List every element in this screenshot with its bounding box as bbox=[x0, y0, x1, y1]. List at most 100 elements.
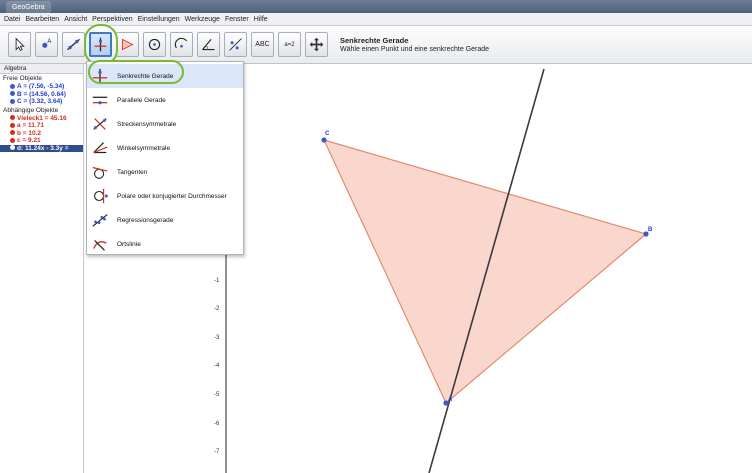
visibility-dot-icon[interactable] bbox=[10, 98, 15, 104]
arrow-pointer-icon bbox=[15, 37, 25, 52]
tool-perpendicular[interactable] bbox=[89, 32, 112, 57]
visibility-dot-icon[interactable] bbox=[10, 122, 15, 128]
circle-icon bbox=[148, 38, 161, 51]
tool-line[interactable] bbox=[62, 32, 85, 57]
angle-bisector-icon bbox=[93, 142, 108, 154]
visibility-dot-icon[interactable] bbox=[10, 145, 15, 151]
tool-arc[interactable] bbox=[170, 32, 193, 57]
point-label-a: A bbox=[448, 397, 453, 403]
y-tick-label: -5 bbox=[214, 392, 220, 398]
menu-item-ortslinie[interactable]: Ortslinie bbox=[87, 232, 243, 256]
tool-polygon[interactable] bbox=[116, 32, 139, 57]
menu-item-label: Parallele Gerade bbox=[117, 96, 166, 104]
algebra-item[interactable]: a = 11.71 bbox=[0, 122, 83, 130]
arc-icon bbox=[174, 37, 188, 49]
move-view-icon bbox=[309, 37, 324, 52]
menu-item-label: Streckensymmetrale bbox=[117, 120, 177, 128]
algebra-item-text: c = 9.21 bbox=[17, 137, 41, 144]
visibility-dot-icon[interactable] bbox=[10, 115, 15, 121]
menu-item-regressionsgerade[interactable]: Regressionsgerade bbox=[87, 208, 243, 232]
menu-item-polare[interactable]: Polare oder konjugierter Durchmesser bbox=[87, 184, 243, 208]
perpendicular-line-icon bbox=[94, 37, 107, 52]
y-tick-label: -7 bbox=[214, 449, 220, 455]
menu-item-label: Polare oder konjugierter Durchmesser bbox=[117, 192, 227, 200]
algebra-item[interactable]: Vieleck1 = 45.16 bbox=[0, 115, 83, 123]
dependent-objects-label: Abhängige Objekte bbox=[3, 106, 59, 114]
menu-item-label: Regressionsgerade bbox=[117, 216, 174, 224]
menu-werkzeuge[interactable]: Werkzeuge bbox=[185, 16, 220, 23]
algebra-item-text: a = 11.71 bbox=[17, 122, 44, 129]
perpendicular-bisector-icon bbox=[93, 118, 107, 130]
algebra-item-text: C = (3.32, 3.64) bbox=[17, 98, 63, 105]
tool-angle[interactable] bbox=[197, 32, 220, 57]
menu-item-tangenten[interactable]: Tangenten bbox=[87, 160, 243, 184]
algebra-item[interactable]: c = 9.21 bbox=[0, 137, 83, 145]
algebra-item-text: d: 11.24x - 3.3y = bbox=[17, 144, 69, 152]
algebra-view: Algebra Freie Objekte A = (7.56, -5.34) … bbox=[0, 64, 84, 473]
algebra-item[interactable]: b = 10.2 bbox=[0, 130, 83, 138]
point-icon: A bbox=[42, 39, 51, 48]
visibility-dot-icon[interactable] bbox=[10, 91, 15, 97]
visibility-dot-icon[interactable] bbox=[10, 83, 15, 89]
menu-fenster[interactable]: Fenster bbox=[225, 16, 249, 23]
menu-perspektiven[interactable]: Perspektiven bbox=[92, 16, 132, 23]
y-tick-label: -1 bbox=[214, 278, 220, 284]
free-objects-label: Freie Objekte bbox=[3, 75, 43, 82]
angle-icon bbox=[202, 39, 215, 51]
toolbar: A ABC a=2 Senkrechte Gerade Wähle einen … bbox=[0, 26, 752, 64]
parallel-line-icon bbox=[92, 96, 108, 105]
tool-text[interactable]: ABC bbox=[251, 32, 274, 57]
point-c[interactable] bbox=[321, 137, 327, 143]
tangent-icon bbox=[92, 166, 108, 179]
polar-line-icon bbox=[94, 188, 108, 204]
menu-item-streckensymmetrale[interactable]: Streckensymmetrale bbox=[87, 112, 243, 136]
y-tick-label: -6 bbox=[214, 421, 220, 427]
slider-icon: a=2 bbox=[284, 41, 295, 48]
algebra-item[interactable]: C = (3.32, 3.64) bbox=[0, 98, 83, 106]
menu-einstellungen[interactable]: Einstellungen bbox=[138, 16, 180, 23]
window-title-bar: GeoGebra bbox=[0, 0, 752, 14]
menu-hilfe[interactable]: Hilfe bbox=[254, 16, 268, 23]
line-icon bbox=[67, 38, 80, 51]
algebra-item[interactable]: A = (7.56, -5.34) bbox=[0, 83, 83, 91]
polygon-icon bbox=[121, 38, 134, 51]
menu-datei[interactable]: Datei bbox=[4, 16, 20, 23]
visibility-dot-icon[interactable] bbox=[10, 130, 15, 136]
menu-bar: Datei Bearbeiten Ansicht Perspektiven Ei… bbox=[0, 13, 752, 26]
tool-dropdown-menu: Senkrechte Gerade Parallele Gerade Strec… bbox=[86, 61, 244, 255]
y-tick-label: -3 bbox=[214, 335, 220, 341]
tool-move[interactable] bbox=[8, 32, 31, 57]
y-tick-label: -4 bbox=[214, 363, 220, 369]
triangle-polygon[interactable] bbox=[322, 139, 648, 404]
algebra-item-text: B = (14.56, 0.64) bbox=[17, 90, 66, 98]
menu-item-senkrechte-gerade[interactable]: Senkrechte Gerade bbox=[87, 64, 243, 88]
algebra-item-text: Vieleck1 = 45.16 bbox=[17, 114, 67, 122]
point-label-c: C bbox=[325, 131, 330, 137]
tool-point[interactable]: A bbox=[35, 32, 58, 57]
tool-slider[interactable]: a=2 bbox=[278, 32, 301, 57]
tool-info-text: Wähle einen Punkt und eine senkrechte Ge… bbox=[340, 45, 490, 53]
visibility-dot-icon[interactable] bbox=[10, 137, 15, 143]
algebra-item-selected[interactable]: d: 11.24x - 3.3y = bbox=[0, 144, 83, 152]
point-label-b: B bbox=[648, 227, 653, 233]
svg-text:A: A bbox=[47, 39, 51, 45]
menu-item-parallele-gerade[interactable]: Parallele Gerade bbox=[87, 88, 243, 112]
text-icon: ABC bbox=[255, 41, 270, 48]
tool-info: Senkrechte Gerade Wähle einen Punkt und … bbox=[340, 36, 489, 54]
menu-item-label: Senkrechte Gerade bbox=[117, 72, 174, 80]
algebra-item-text: A = (7.56, -5.34) bbox=[17, 83, 65, 90]
regression-line-icon bbox=[92, 214, 108, 227]
reflect-icon bbox=[229, 38, 242, 51]
menu-bearbeiten[interactable]: Bearbeiten bbox=[25, 16, 59, 23]
algebra-item[interactable]: B = (14.56, 0.64) bbox=[0, 91, 83, 99]
menu-ansicht[interactable]: Ansicht bbox=[64, 16, 87, 23]
tool-info-title: Senkrechte Gerade bbox=[340, 35, 409, 45]
tool-reflect[interactable] bbox=[224, 32, 247, 57]
tool-circle[interactable] bbox=[143, 32, 166, 57]
tool-move-view[interactable] bbox=[305, 32, 328, 57]
menu-item-label: Winkelsymmetrale bbox=[117, 144, 171, 152]
perpendicular-line-icon bbox=[92, 68, 108, 84]
menu-item-winkelsymmetrale[interactable]: Winkelsymmetrale bbox=[87, 136, 243, 160]
locus-icon bbox=[93, 239, 107, 251]
algebra-item-text: b = 10.2 bbox=[17, 129, 42, 137]
